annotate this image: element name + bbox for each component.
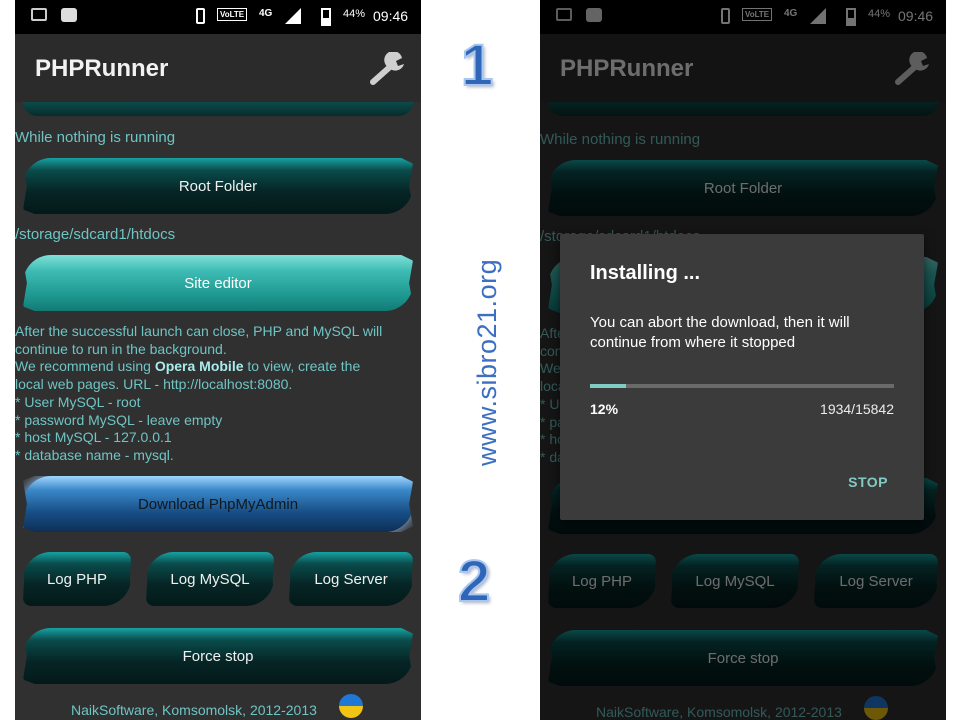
wrench-settings-icon[interactable] xyxy=(369,52,409,88)
battery-icon xyxy=(321,8,331,26)
info-text: After the successful launch can close, P… xyxy=(15,323,419,465)
opera-mobile-text: Opera Mobile xyxy=(154,358,244,375)
ukraine-flag-icon xyxy=(339,694,363,718)
clock: 09:46 xyxy=(373,8,409,24)
installing-dialog: Installing ... You can abort the downloa… xyxy=(560,234,924,520)
app-bar: PHPRunner xyxy=(15,34,421,102)
battery-percent: 44% xyxy=(343,8,366,20)
vibrate-icon xyxy=(196,8,205,24)
log-server-button[interactable]: Log Server xyxy=(289,552,413,606)
network-type-icon: 4G xyxy=(259,8,273,19)
progress-percent: 12% xyxy=(590,401,619,417)
progress-bar-fill xyxy=(590,384,627,388)
progress-bar xyxy=(590,384,894,388)
phone-screen-main: VoLTE 4G 44% 09:46 PHPRunner While nothi… xyxy=(15,0,421,720)
idle-status-text: While nothing is running xyxy=(15,129,176,146)
info-line: * database name - mysql. xyxy=(15,446,174,463)
watermark-text: www.sibro21.org xyxy=(472,258,502,466)
info-line: local web pages. URL - http://localhost:… xyxy=(15,376,293,393)
info-line: * User MySQL - root xyxy=(15,393,141,410)
footer-credits: NaikSoftware, Komsomolsk, 2012-2013 xyxy=(71,702,317,718)
site-editor-button[interactable]: Site editor xyxy=(23,255,413,311)
info-line: We recommend using Opera Mobile to view,… xyxy=(15,358,361,375)
step-number-1: 1 xyxy=(460,32,494,99)
dialog-title: Installing ... xyxy=(590,262,701,284)
main-content: While nothing is running Root Folder /st… xyxy=(15,102,421,720)
info-line: * host MySQL - 127.0.0.1 xyxy=(15,429,172,446)
info-line: continue to run in the background. xyxy=(15,340,227,357)
app-title: PHPRunner xyxy=(35,55,169,82)
download-phpmyadmin-button[interactable]: Download PhpMyAdmin xyxy=(23,476,413,532)
bbm-notification-icon xyxy=(61,8,77,22)
info-line: After the successful launch can close, P… xyxy=(15,323,383,339)
partial-button[interactable] xyxy=(23,102,413,116)
stop-button[interactable]: STOP xyxy=(848,474,888,490)
root-folder-button[interactable]: Root Folder xyxy=(23,158,413,214)
root-path-text: /storage/sdcard1/htdocs xyxy=(15,226,176,243)
volte-icon: VoLTE xyxy=(217,8,248,21)
log-mysql-button[interactable]: Log MySQL xyxy=(146,552,274,606)
status-bar: VoLTE 4G 44% 09:46 xyxy=(15,0,421,34)
phone-screen-installing: VoLTE 4G 44% 09:46 PHPRunner While nothi… xyxy=(540,0,946,720)
progress-count: 1934/15842 xyxy=(820,401,894,417)
dialog-message: You can abort the download, then it will… xyxy=(590,314,850,351)
force-stop-button[interactable]: Force stop xyxy=(23,628,413,684)
image-notification-icon xyxy=(31,8,47,21)
log-php-button[interactable]: Log PHP xyxy=(23,552,131,606)
signal-icon xyxy=(285,8,301,24)
step-number-2: 2 xyxy=(457,548,491,615)
info-line: * password MySQL - leave empty xyxy=(15,411,223,428)
